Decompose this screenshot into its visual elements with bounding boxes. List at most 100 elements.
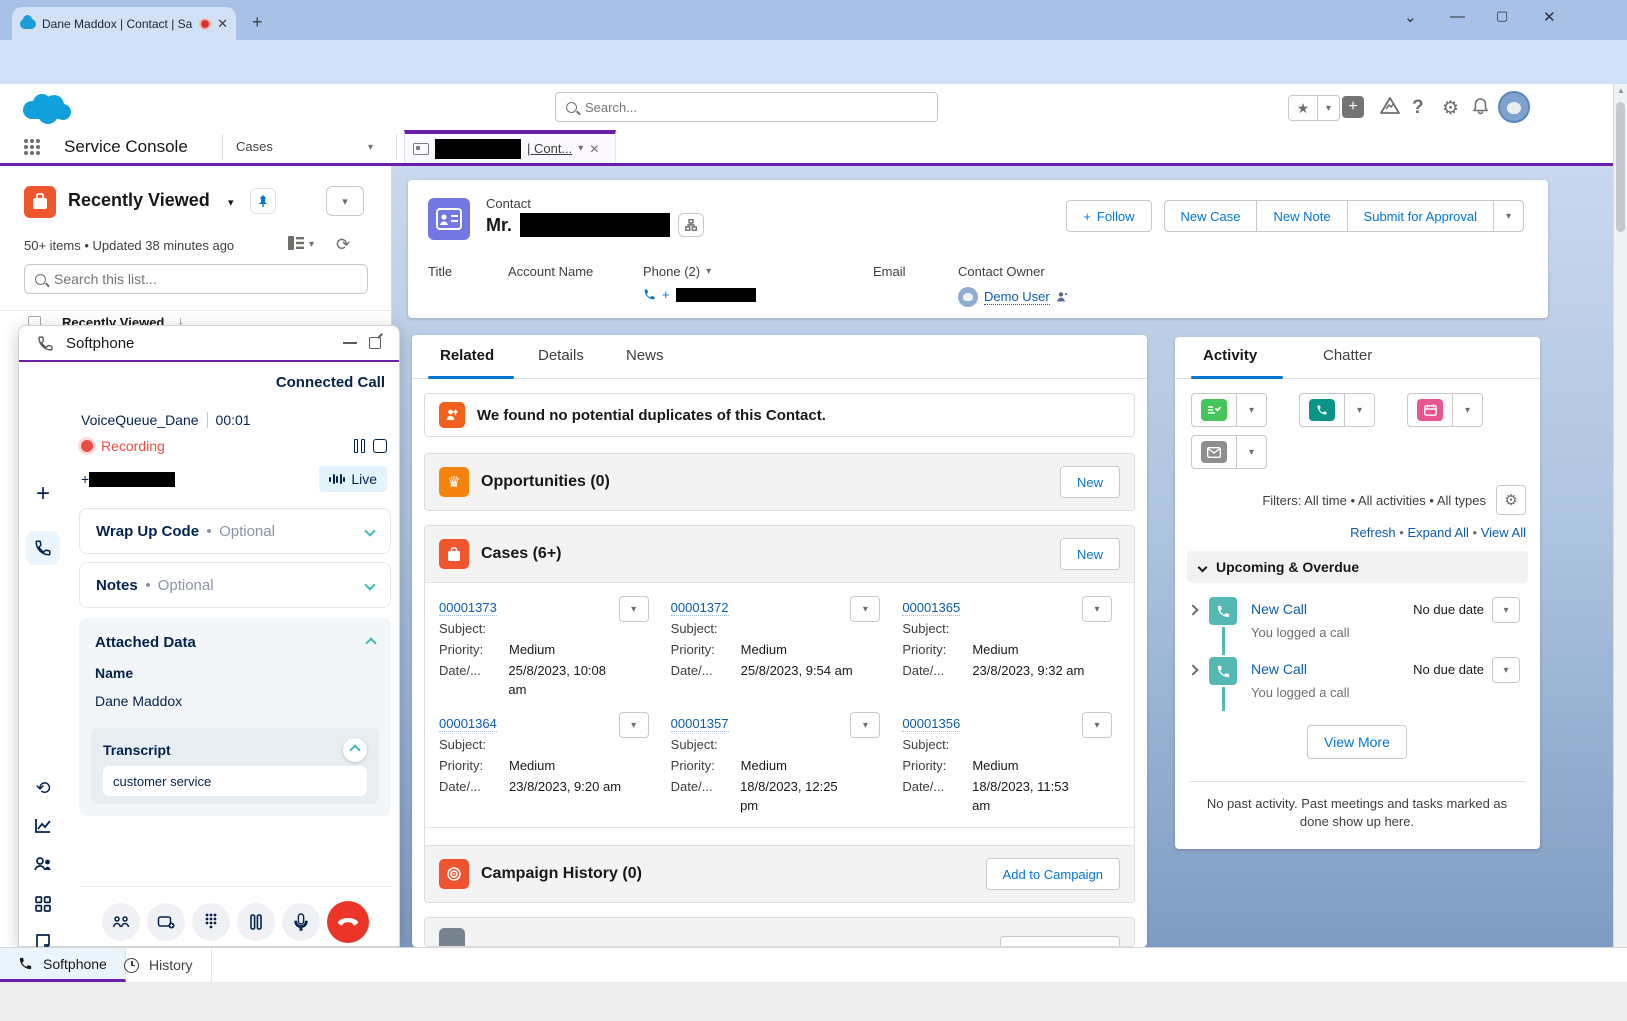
case-row-actions-dropdown[interactable]: ▾ (1082, 596, 1112, 622)
window-maximize-icon[interactable]: ▢ (1496, 8, 1508, 24)
add-to-campaign-button[interactable]: Add to Campaign (986, 858, 1120, 890)
change-owner-icon[interactable] (1056, 291, 1068, 303)
tab-close-icon[interactable]: ✕ (589, 142, 599, 156)
expand-all-link[interactable]: Expand All (1407, 525, 1468, 540)
display-as-icon[interactable] (288, 236, 304, 255)
favorites-dropdown-icon[interactable]: ▾ (1318, 95, 1340, 121)
task-dropdown-icon[interactable]: ▾ (1237, 393, 1267, 427)
phone-tab-icon[interactable] (26, 531, 60, 565)
submit-for-approval-button[interactable]: Submit for Approval (1348, 200, 1494, 232)
upcoming-overdue-section[interactable]: Upcoming & Overdue (1187, 551, 1528, 583)
activity-title-link[interactable]: New Call (1251, 601, 1307, 617)
new-note-button[interactable]: New Note (1257, 200, 1347, 232)
expand-item-icon[interactable] (1187, 664, 1198, 675)
dialpad-button[interactable] (192, 903, 230, 941)
notes-section[interactable]: Notes Optional (79, 562, 391, 608)
wrap-up-code-section[interactable]: Wrap Up Code Optional (79, 508, 391, 554)
owner-link[interactable]: Demo User (984, 289, 1050, 305)
help-icon[interactable]: ? (1412, 97, 1424, 119)
case-number-link[interactable]: 00001357 (671, 716, 729, 732)
filters-gear-icon[interactable]: ⚙ (1496, 485, 1526, 515)
case-number-link[interactable]: 00001372 (671, 600, 729, 616)
page-scrollbar[interactable]: ▲ (1613, 84, 1627, 1021)
global-search-input[interactable] (585, 100, 927, 115)
collapse-transcript-button[interactable] (343, 738, 367, 762)
hold-button[interactable] (237, 903, 275, 941)
event-dropdown-icon[interactable]: ▾ (1453, 393, 1483, 427)
window-close-icon[interactable]: ✕ (1543, 8, 1556, 26)
case-number-link[interactable]: 00001365 (902, 600, 960, 616)
global-search[interactable] (555, 92, 938, 122)
new-tab-button[interactable]: + (252, 12, 263, 33)
expand-item-icon[interactable] (1187, 604, 1198, 615)
apps-grid-icon[interactable] (19, 896, 67, 917)
history-icon[interactable]: ⟲ (19, 778, 67, 799)
mute-mic-button[interactable] (282, 903, 320, 941)
analytics-icon[interactable] (19, 818, 67, 839)
chevron-down-icon[interactable] (364, 525, 375, 536)
activity-actions-dropdown[interactable]: ▾ (1492, 597, 1520, 623)
list-actions-dropdown[interactable]: ▾ (326, 186, 364, 216)
scrollbar-thumb[interactable] (1616, 102, 1625, 232)
favorites-star-icon[interactable]: ★ (1288, 95, 1318, 121)
tab-details[interactable]: Details (538, 347, 584, 364)
cases-dropdown-icon[interactable]: ▾ (368, 142, 373, 153)
setup-gear-icon[interactable]: ⚙ (1442, 97, 1459, 120)
stop-recording-icon[interactable] (373, 439, 387, 453)
case-row-actions-dropdown[interactable]: ▾ (1082, 712, 1112, 738)
end-call-button[interactable] (327, 901, 369, 943)
chevron-down-icon[interactable] (364, 579, 375, 590)
utility-history-tab[interactable]: History (106, 948, 212, 982)
case-row-actions-dropdown[interactable]: ▾ (619, 596, 649, 622)
browser-tab[interactable]: Dane Maddox | Contact | Sal ✕ (12, 7, 236, 40)
list-search-input[interactable] (54, 271, 357, 287)
scroll-up-arrow[interactable]: ▲ (1617, 86, 1625, 95)
popout-icon[interactable] (369, 337, 381, 349)
tab-activity[interactable]: Activity (1203, 347, 1257, 364)
agents-icon[interactable] (19, 856, 67, 877)
list-view-selector-icon[interactable]: ▾ (228, 196, 234, 209)
conference-button[interactable] (102, 903, 140, 941)
activity-actions-dropdown[interactable]: ▾ (1492, 657, 1520, 683)
display-as-caret-icon[interactable]: ▾ (309, 239, 314, 250)
minimize-icon[interactable] (343, 342, 357, 344)
chevron-up-icon[interactable] (365, 637, 376, 648)
case-row-actions-dropdown[interactable]: ▾ (619, 712, 649, 738)
window-minimize-icon[interactable]: — (1450, 8, 1465, 25)
user-avatar[interactable] (1498, 91, 1530, 123)
guidance-center-icon[interactable] (1380, 97, 1400, 120)
activity-title-link[interactable]: New Call (1251, 661, 1307, 677)
more-actions-dropdown[interactable]: ▾ (1494, 200, 1524, 232)
tab-close-icon[interactable]: ✕ (217, 16, 228, 32)
view-more-button[interactable]: View More (1307, 725, 1407, 759)
case-row-actions-dropdown[interactable]: ▾ (850, 712, 880, 738)
case-number-link[interactable]: 00001364 (439, 716, 497, 732)
new-task-button[interactable] (1191, 393, 1237, 427)
new-case-button[interactable]: New (1060, 538, 1120, 570)
notifications-bell-icon[interactable] (1472, 97, 1489, 120)
case-number-link[interactable]: 00001356 (902, 716, 960, 732)
email-button[interactable] (1191, 435, 1237, 469)
transfer-device-button[interactable] (147, 903, 185, 941)
case-row-actions-dropdown[interactable]: ▾ (850, 596, 880, 622)
case-number-link[interactable]: 00001373 (439, 600, 497, 616)
nav-item-cases[interactable]: Cases (236, 139, 273, 154)
refresh-list-icon[interactable]: ⟳ (336, 235, 350, 255)
window-menu-icon[interactable]: ⌄ (1404, 8, 1417, 26)
new-call-plus-icon[interactable]: + (19, 480, 67, 508)
new-opportunity-button[interactable]: New (1060, 466, 1120, 498)
new-case-button[interactable]: New Case (1164, 200, 1258, 232)
new-event-button[interactable] (1407, 393, 1453, 427)
global-actions-icon[interactable]: + (1342, 96, 1364, 118)
tab-news[interactable]: News (626, 347, 664, 364)
tab-chatter[interactable]: Chatter (1323, 347, 1372, 364)
view-hierarchy-button[interactable] (678, 213, 704, 237)
phone-dropdown-icon[interactable]: ▾ (706, 266, 711, 277)
tab-related[interactable]: Related (440, 347, 494, 364)
app-launcher-icon[interactable] (24, 139, 40, 155)
list-search-box[interactable] (24, 264, 368, 294)
follow-button[interactable]: +Follow (1066, 200, 1151, 232)
pin-list-icon[interactable] (250, 188, 276, 214)
refresh-link[interactable]: Refresh (1350, 525, 1396, 540)
email-dropdown-icon[interactable]: ▾ (1237, 435, 1267, 469)
